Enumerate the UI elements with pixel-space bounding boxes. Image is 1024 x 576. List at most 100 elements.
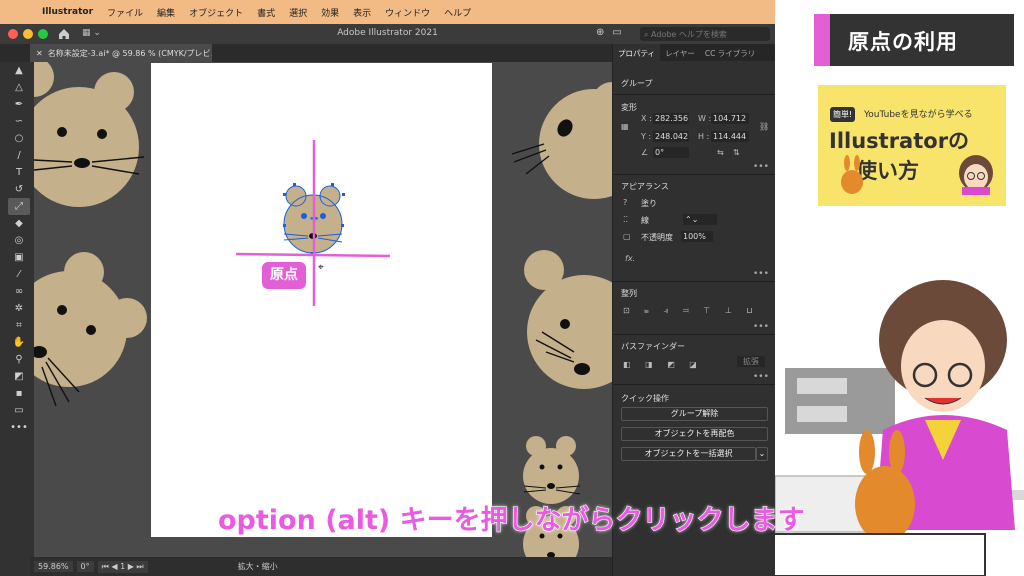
select-same-button[interactable]: オブジェクトを一括選択 <box>621 447 756 461</box>
search-icon: ⌕ <box>644 30 649 39</box>
w-field[interactable]: 104.712 <box>711 113 749 124</box>
caption: option (alt) キーを押しながらクリックします <box>217 504 805 536</box>
menu-bar: Illustrator ファイル 編集 オブジェクト 書式 選択 効果 表示 ウ… <box>0 0 775 24</box>
eyedropper-tool-icon[interactable]: ⁄ <box>8 266 30 283</box>
artwork: ✚ ⌖ <box>34 62 612 557</box>
h-field[interactable]: 114.444 <box>711 131 749 142</box>
menu-window[interactable]: ウィンドウ <box>385 6 430 19</box>
more-tools-icon[interactable]: ••• <box>8 419 30 436</box>
help-search-input[interactable]: ⌕ Adobe ヘルプを検索 <box>640 27 770 41</box>
curvature-tool-icon[interactable]: ∽ <box>8 113 30 130</box>
page-number[interactable]: 1 <box>120 562 125 571</box>
stroke-weight-field[interactable]: ⌃⌄ <box>683 214 717 225</box>
ungroup-button[interactable]: グループ解除 <box>621 407 768 421</box>
more-options-icon[interactable]: ••• <box>753 322 769 332</box>
status-bar: 59.86% 0° ⏮ ◀ 1 ▶ ⏭ 拡大・縮小 <box>30 557 612 576</box>
more-options-icon[interactable]: ••• <box>753 372 769 382</box>
reference-point-icon[interactable]: ▦ <box>621 122 629 131</box>
hand-tool-icon[interactable]: ✋ <box>8 334 30 351</box>
tab-layers[interactable]: レイヤー <box>660 44 700 61</box>
menu-type[interactable]: 書式 <box>257 6 275 19</box>
close-tab-icon[interactable]: ✕ <box>36 49 43 58</box>
symbol-sprayer-tool-icon[interactable]: ✲ <box>8 300 30 317</box>
opacity-icon: ▢ <box>623 232 631 241</box>
mouse-illustration[interactable] <box>524 250 612 389</box>
easy-badge: 簡単! <box>830 107 856 122</box>
tab-cc-libraries[interactable]: CC ライブラリ <box>700 44 760 61</box>
menu-select[interactable]: 選択 <box>289 6 307 19</box>
appearance-title: アピアランス <box>621 182 669 191</box>
menu-file[interactable]: ファイル <box>107 6 143 19</box>
blend-tool-icon[interactable]: ∞ <box>8 283 30 300</box>
origin-crosshair <box>235 140 391 306</box>
align-buttons[interactable]: ⊡ ⫢ ⫣ ⫤ ⊤ ⊥ ⊔ <box>623 306 759 316</box>
channel-logo-card: 簡単! YouTubeを見ながら学べる Illustratorの 使い方 <box>818 85 1006 206</box>
menu-effect[interactable]: 効果 <box>321 6 339 19</box>
teacher-illustration <box>775 280 1024 576</box>
stroke-swatch[interactable]: ⁚⁚ <box>623 215 628 224</box>
status-mode: 拡大・縮小 <box>237 562 278 571</box>
flip-horizontal-icon[interactable]: ⇆ <box>717 148 724 157</box>
gradient-tool-icon[interactable]: ▣ <box>8 249 30 266</box>
rabbit-mascot-icon <box>841 155 863 194</box>
align-title: 整列 <box>621 289 637 298</box>
rotate-view[interactable]: 0° <box>76 561 94 572</box>
fx-icon[interactable]: fx. <box>625 254 635 263</box>
card-title-line1: Illustratorの <box>829 129 970 153</box>
scale-tool-icon[interactable]: ⤢ <box>8 198 30 215</box>
transform-title: 変形 <box>621 103 637 112</box>
constrain-proportions-icon[interactable]: ⛓ <box>759 122 769 131</box>
fill-swatch[interactable]: ? <box>623 198 627 207</box>
document-tab[interactable]: ✕ 名称未設定-3.ai* @ 59.86 % (CMYK/プレビュー) <box>30 44 212 62</box>
zoom-level[interactable]: 59.86% <box>34 561 73 572</box>
expand-button[interactable]: 拡張 <box>737 356 765 367</box>
menu-app[interactable]: Illustrator <box>42 7 93 17</box>
screen-mode-icon[interactable]: ▭ <box>8 402 30 419</box>
direct-selection-tool-icon[interactable]: △ <box>8 79 30 96</box>
artboard-navigation[interactable]: ⏮ ◀ 1 ▶ ⏭ <box>97 560 148 573</box>
x-field[interactable]: 282.356 <box>653 113 689 124</box>
fill-stroke-icon[interactable]: ◩ <box>8 368 30 385</box>
artboard-tool-icon[interactable]: ⌗ <box>8 317 30 334</box>
pathfinder-title: パスファインダー <box>621 342 685 351</box>
menu-view[interactable]: 表示 <box>353 6 371 19</box>
more-options-icon[interactable]: ••• <box>753 269 769 279</box>
color-mode-icon[interactable]: ▪ <box>8 385 30 402</box>
paintbrush-tool-icon[interactable]: / <box>8 147 30 164</box>
type-tool-icon[interactable]: T <box>8 164 30 181</box>
opacity-field[interactable]: 100% <box>681 231 713 242</box>
properties-panel: プロパティ レイヤー CC ライブラリ グループ 変形 ▦ X : 282.35… <box>612 44 775 576</box>
y-field[interactable]: 248.042 <box>653 131 689 142</box>
menu-edit[interactable]: 編集 <box>157 6 175 19</box>
mouse-illustration[interactable] <box>34 62 145 207</box>
more-options-icon[interactable]: ••• <box>753 162 769 172</box>
zoom-tool-icon[interactable]: ⚲ <box>8 351 30 368</box>
rotate-tool-icon[interactable]: ↺ <box>8 181 30 198</box>
angle-field[interactable]: 0° <box>653 147 689 158</box>
ellipse-tool-icon[interactable]: ○ <box>8 130 30 147</box>
shape-builder-tool-icon[interactable]: ◎ <box>8 232 30 249</box>
menu-help[interactable]: ヘルプ <box>444 6 471 19</box>
select-same-dropdown[interactable]: ⌄ <box>756 447 768 461</box>
quick-actions-title: クイック操作 <box>621 394 669 403</box>
canvas[interactable]: ✚ ⌖ 原点 <box>34 62 612 557</box>
flip-vertical-icon[interactable]: ⇅ <box>733 148 740 157</box>
card-subtitle: YouTubeを見ながら学べる <box>864 110 973 120</box>
recolor-button[interactable]: オブジェクトを再配色 <box>621 427 768 441</box>
mouse-illustration[interactable] <box>511 82 612 199</box>
mouse-illustration[interactable] <box>34 252 147 407</box>
tab-properties[interactable]: プロパティ <box>613 44 661 61</box>
share-icon[interactable]: ⊕ <box>596 27 604 38</box>
pen-tool-icon[interactable]: ✒ <box>8 96 30 113</box>
menu-object[interactable]: オブジェクト <box>189 6 243 19</box>
pathfinder-buttons[interactable]: ◧ ◨ ◩ ◪ <box>623 360 703 369</box>
selection-tool-icon[interactable]: ▲ <box>8 62 30 79</box>
teacher-avatar-icon <box>959 155 993 195</box>
tools-panel: ▲ △ ✒ ∽ ○ / T ↺ ⤢ ◆ ◎ ▣ ⁄ ∞ ✲ ⌗ ✋ ⚲ ◩ ▪ … <box>8 62 30 433</box>
group-label: グループ <box>621 79 653 88</box>
shaper-tool-icon[interactable]: ◆ <box>8 215 30 232</box>
mouse-illustration[interactable] <box>523 436 581 504</box>
section-title-banner: 原点の利用 <box>814 14 1014 66</box>
cursor-icon: ⌖ <box>318 262 324 273</box>
arrange-icon[interactable]: ▭ <box>612 27 621 38</box>
